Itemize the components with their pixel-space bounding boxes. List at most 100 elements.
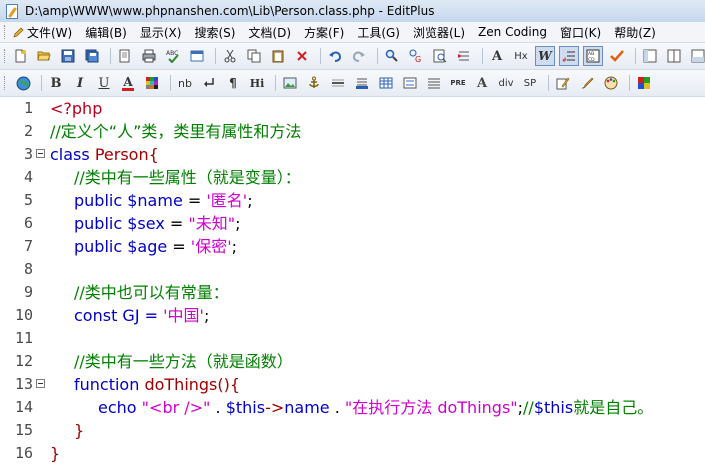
open-file-button[interactable] (34, 46, 54, 66)
menu-window[interactable]: 窗口(K) (560, 24, 601, 41)
delete-button[interactable] (292, 46, 312, 66)
tag-color-button[interactable] (577, 73, 597, 93)
code-line[interactable]: 1 <?php (0, 97, 705, 120)
save-button[interactable] (58, 46, 78, 66)
save-all-button[interactable] (82, 46, 102, 66)
spell-check-button[interactable]: ABC (163, 46, 183, 66)
font-style-button[interactable]: A (472, 73, 492, 93)
line-number: 6 (23, 214, 33, 232)
print-button[interactable] (139, 46, 159, 66)
directory-window-button[interactable] (664, 46, 684, 66)
code-line[interactable]: 7 public $age = '保密'; (0, 235, 705, 258)
menu-bar: 文件(W) 编辑(B) 显示(X) 搜索(S) 文档(D) 方案(F) 工具(G… (0, 22, 705, 43)
code-editor[interactable]: 1 <?php 2 //定义个“人”类，类里有属性和方法 3 class Person{4… (0, 97, 705, 467)
code-line[interactable]: 3 class Person{ (0, 143, 705, 166)
html-toolbar-more-button[interactable] (634, 73, 654, 93)
list-button[interactable] (424, 73, 444, 93)
code-line[interactable]: 4 //类中有一些属性（就是变量）： (0, 166, 705, 189)
code-line[interactable]: 16} (0, 442, 705, 465)
underline-button[interactable]: U (94, 73, 114, 93)
menubar-grip[interactable] (4, 25, 8, 39)
heading-hx-button[interactable]: Hx (511, 46, 531, 66)
edit-tag-button[interactable] (553, 73, 573, 93)
code-line[interactable]: 15} (0, 419, 705, 442)
find-in-files-button[interactable] (430, 46, 450, 66)
check-syntax-button[interactable] (607, 46, 627, 66)
code-token: ; (203, 306, 210, 325)
menu-project[interactable]: 方案(F) (304, 24, 344, 41)
menu-zen-coding[interactable]: Zen Coding (478, 25, 547, 39)
menu-tools[interactable]: 工具(G) (357, 24, 400, 41)
pre-button[interactable]: PRE (448, 73, 468, 93)
code-token: ; (235, 214, 241, 233)
code-line[interactable]: 11 (0, 327, 705, 350)
ruler-button[interactable]: AB CD (583, 46, 603, 66)
toolbar-grip[interactable] (4, 76, 8, 90)
toolbar-separator (170, 75, 171, 91)
browser-preview-button[interactable] (187, 46, 207, 66)
replace-button[interactable]: G (406, 46, 426, 66)
code-text: //定义个“人”类，类里有属性和方法 (50, 120, 301, 143)
output-window-button[interactable] (688, 46, 705, 66)
font-button[interactable]: A (487, 46, 507, 66)
line-break-button[interactable] (199, 73, 219, 93)
image-button[interactable] (280, 73, 300, 93)
code-token: . (329, 398, 345, 417)
menu-help[interactable]: 帮助(Z) (614, 24, 656, 41)
browser-globe-button[interactable] (13, 73, 33, 93)
code-line[interactable]: 6 public $sex = "未知"; (0, 212, 705, 235)
paste-button[interactable] (268, 46, 288, 66)
goto-line-button[interactable] (454, 46, 474, 66)
find-button[interactable] (382, 46, 402, 66)
cut-button[interactable] (220, 46, 240, 66)
div-button[interactable]: div (496, 73, 516, 93)
line-number: 3 (23, 145, 33, 163)
comment-button[interactable] (352, 73, 372, 93)
code-line[interactable]: 10 const GJ = '中国'; (0, 304, 705, 327)
font-color-button[interactable]: A (118, 73, 138, 93)
nbsp-button[interactable]: nb (175, 73, 195, 93)
code-line[interactable]: 14 echo "<br />" . $this->name . "在执行方法 d… (0, 396, 705, 419)
italic-button[interactable]: I (70, 73, 90, 93)
undo-button[interactable] (325, 46, 345, 66)
copy-button[interactable] (244, 46, 264, 66)
color-picker-button[interactable] (142, 73, 162, 93)
line-number-button[interactable]: # (559, 46, 579, 66)
code-line[interactable]: 5 public $name = '匿名'; (0, 189, 705, 212)
menu-document[interactable]: 文档(D) (248, 24, 291, 41)
output-window-icon (691, 49, 705, 63)
word-wrap-button[interactable]: W (535, 46, 555, 66)
color-palette-button[interactable] (601, 73, 621, 93)
print-preview-button[interactable] (115, 46, 135, 66)
fold-collapse-icon[interactable] (36, 149, 45, 158)
table-button[interactable] (376, 73, 396, 93)
toolbar-grip[interactable] (4, 49, 5, 63)
bold-button[interactable]: B (46, 73, 66, 93)
redo-button[interactable] (349, 46, 369, 66)
paragraph-button[interactable]: ¶ (223, 73, 243, 93)
code-line[interactable]: 8 (0, 258, 705, 281)
menu-file[interactable]: 文件(W) (13, 24, 72, 41)
anchor-button[interactable] (304, 73, 324, 93)
span-button[interactable]: SP (520, 73, 540, 93)
horizontal-rule-button[interactable] (328, 73, 348, 93)
new-file-button[interactable] (10, 46, 30, 66)
font-color-icon: A (123, 74, 133, 89)
menu-browser[interactable]: 浏览器(L) (413, 24, 465, 41)
code-token: doThings (144, 375, 218, 394)
code-text: <?php (50, 97, 102, 120)
code-line[interactable]: 2 //定义个“人”类，类里有属性和方法 (0, 120, 705, 143)
code-line[interactable]: 12 //类中有一些方法（就是函数） (0, 350, 705, 373)
cliptext-window-button[interactable] (640, 46, 660, 66)
line-number: 2 (23, 122, 33, 140)
code-line[interactable]: 13 function doThings(){ (0, 373, 705, 396)
window-split-icon (667, 49, 681, 63)
heading-button[interactable]: Hi (247, 73, 267, 93)
form-button[interactable] (400, 73, 420, 93)
code-line[interactable]: 9 //类中也可以有常量： (0, 281, 705, 304)
menu-search[interactable]: 搜索(S) (194, 24, 235, 41)
menu-edit[interactable]: 编辑(B) (85, 24, 127, 41)
menu-view[interactable]: 显示(X) (140, 24, 182, 41)
fold-collapse-icon[interactable] (36, 379, 45, 388)
code-token: = (167, 237, 191, 256)
